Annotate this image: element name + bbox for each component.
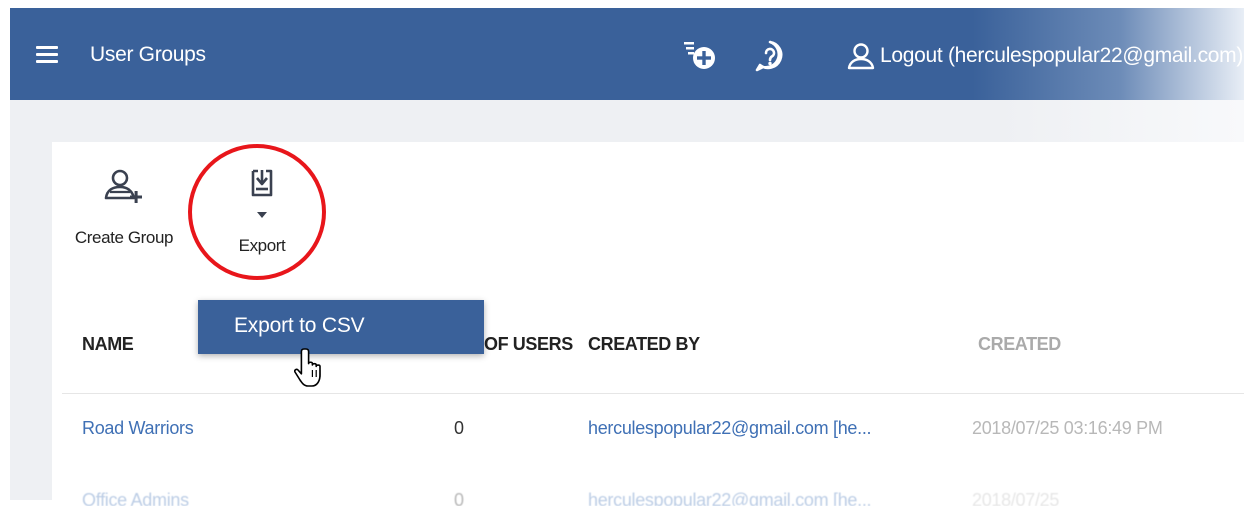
created-date: 2018/07/25 03:16:49 PM — [972, 418, 1163, 438]
column-header-users[interactable]: OF USERS — [484, 334, 573, 355]
user-count: 0 — [454, 490, 464, 506]
column-header-name[interactable]: NAME — [82, 334, 134, 355]
created-date: 2018/07/25 — [972, 490, 1060, 506]
help-icon[interactable] — [752, 38, 788, 74]
new-tab-icon[interactable] — [680, 36, 720, 76]
add-group-icon — [104, 169, 142, 203]
top-bar: User Groups Logout (herculespopular22@gm… — [10, 8, 1244, 100]
create-group-button[interactable]: Create Group — [62, 166, 186, 248]
group-name-link[interactable]: Office Admins — [82, 490, 189, 506]
logout-link[interactable]: Logout (herculespopular22@gmail.com) — [846, 36, 1243, 76]
created-by-link[interactable]: herculespopular22@gmail.com [he... — [588, 490, 872, 506]
column-header-created[interactable]: CREATED — [978, 334, 1061, 355]
header-divider — [62, 393, 1244, 394]
column-header-created-by[interactable]: CREATED BY — [588, 334, 700, 355]
chevron-down-icon — [257, 212, 267, 218]
export-dropdown-menu: Export to CSV — [198, 300, 484, 354]
page-title: User Groups — [90, 43, 206, 66]
export-button[interactable]: Export — [222, 166, 302, 256]
export-icon — [251, 169, 273, 197]
create-group-label: Create Group — [74, 228, 174, 247]
export-to-csv-menu-item[interactable]: Export to CSV — [234, 314, 365, 338]
menu-icon[interactable] — [36, 46, 58, 64]
logout-label: Logout (herculespopular22@gmail.com) — [880, 44, 1244, 67]
group-name-link[interactable]: Road Warriors — [82, 418, 194, 439]
user-count: 0 — [454, 418, 464, 438]
hand-cursor-icon — [294, 348, 321, 387]
export-label: Export — [238, 236, 286, 255]
created-by-link[interactable]: herculespopular22@gmail.com [he... — [588, 418, 872, 439]
table-row[interactable]: Office Admins 0 herculespopular22@gmail.… — [52, 468, 1244, 506]
user-icon — [847, 43, 875, 70]
table-row[interactable]: Road Warriors 0 herculespopular22@gmail.… — [52, 396, 1244, 464]
